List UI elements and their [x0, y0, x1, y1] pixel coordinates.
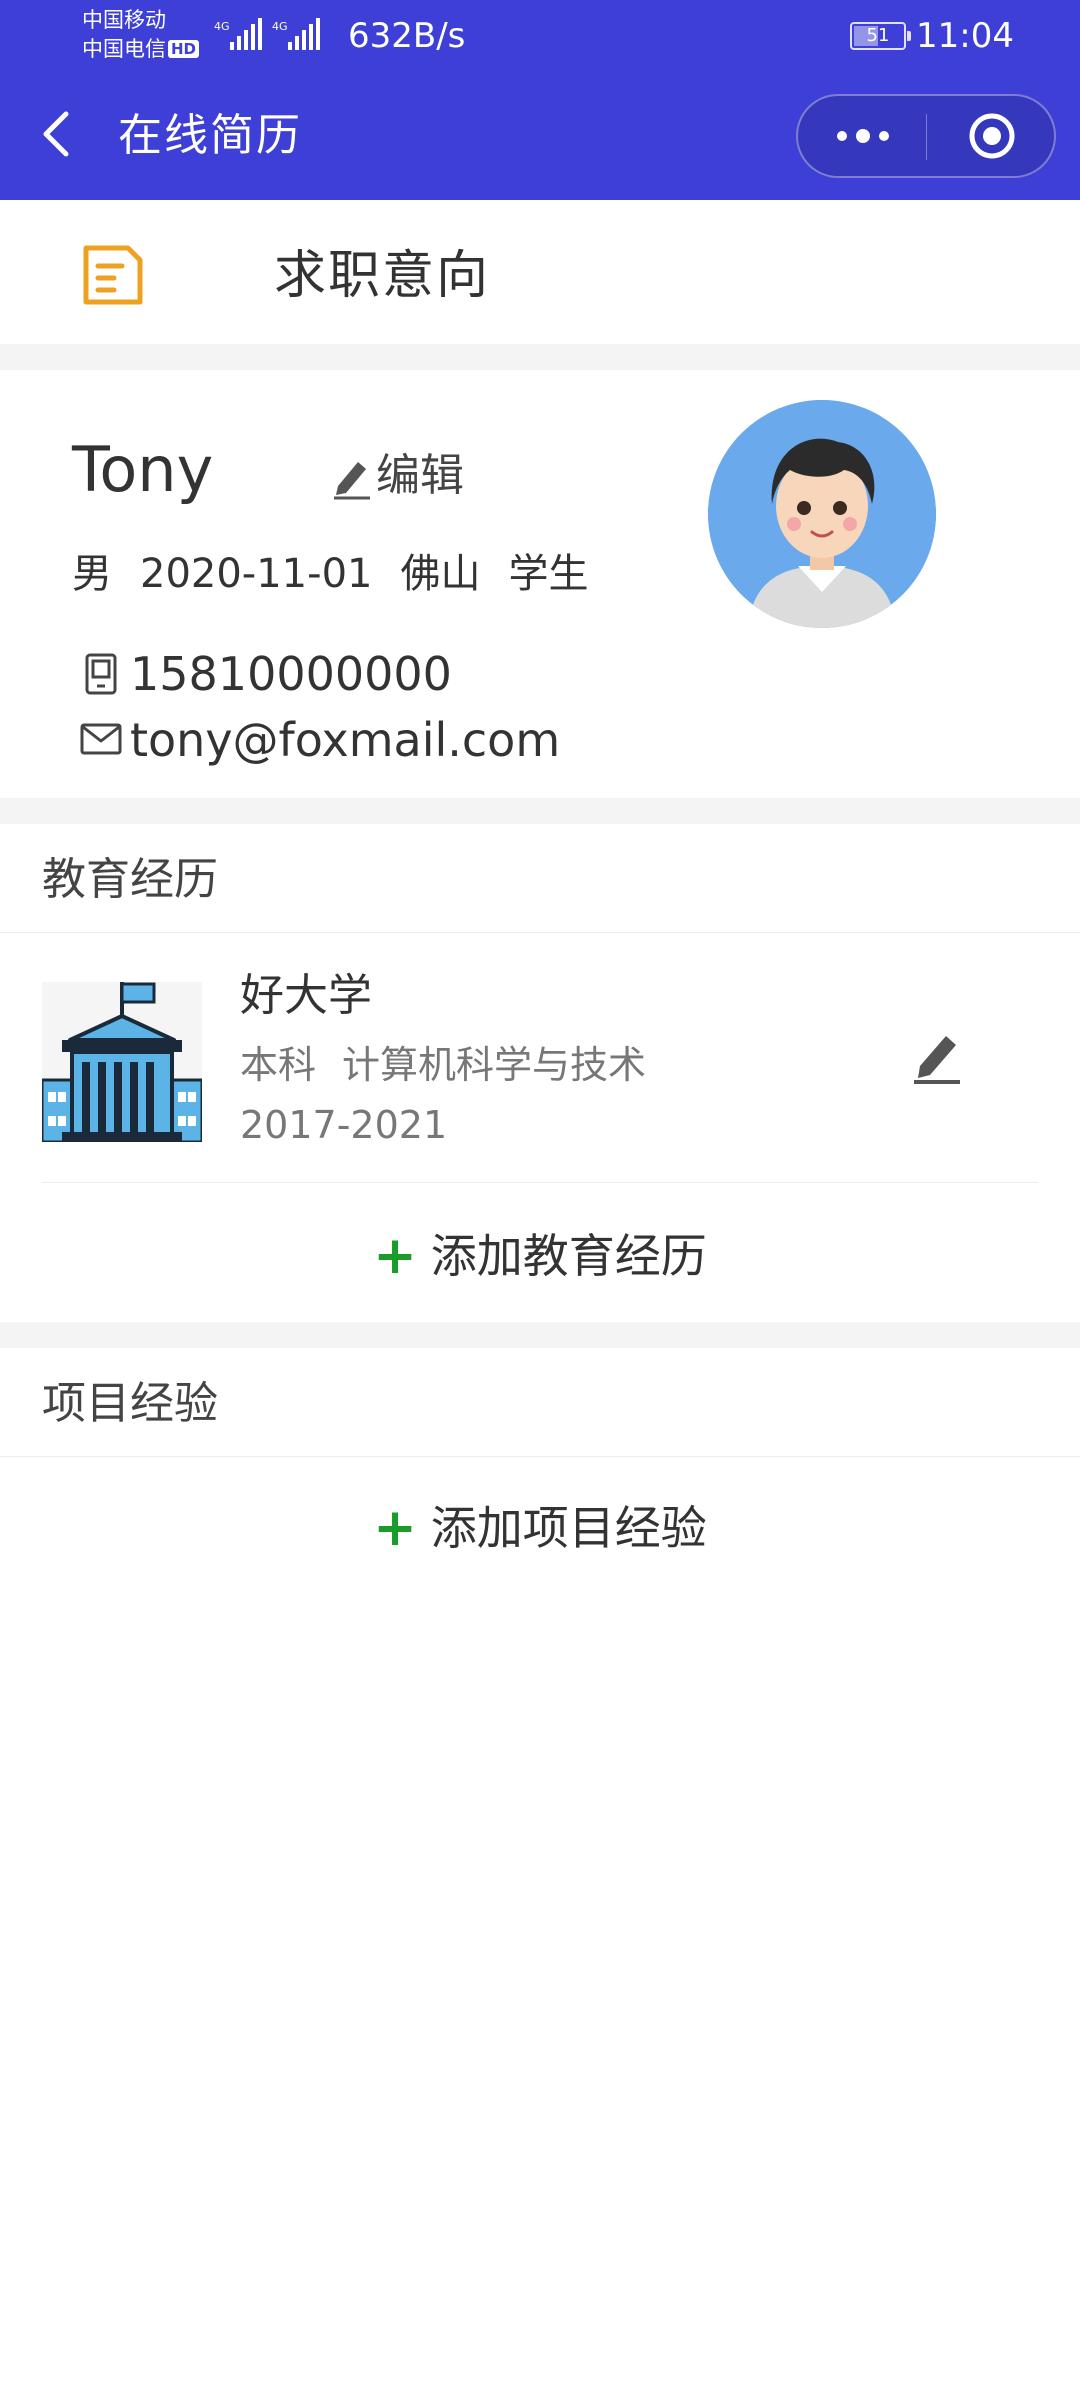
school-years: 2017-2021: [240, 1103, 448, 1147]
status: 学生: [508, 551, 589, 597]
phone-icon: [85, 653, 117, 695]
projects-title: 项目经验: [42, 1378, 218, 1429]
profile-card: Tony 编辑 男 2020-11-01 佛山 学生 15810000000 t…: [0, 370, 1080, 798]
carrier-info: 中国移动 中国电信 HD: [82, 6, 200, 64]
degree: 本科: [240, 1043, 317, 1087]
avatar[interactable]: [708, 400, 936, 628]
battery-icon: 51: [850, 22, 911, 50]
phone-number: 15810000000: [130, 647, 452, 701]
net-speed: 632B/s: [348, 16, 466, 56]
education-title: 教育经历: [42, 854, 218, 905]
target-circle-icon[interactable]: [968, 112, 1016, 160]
divider: [0, 1456, 1080, 1457]
profile-name: Tony: [72, 433, 214, 506]
clock: 11:04: [916, 16, 1014, 56]
signal-icon: 4G 4G: [214, 18, 320, 50]
pencil-icon[interactable]: [910, 1026, 966, 1086]
section-gap: [0, 798, 1080, 824]
add-project-button[interactable]: + 添加项目经验: [0, 1488, 1080, 1568]
gender: 男: [72, 551, 112, 597]
mail-icon: [80, 723, 122, 755]
phone-row: 15810000000: [80, 646, 452, 702]
divider: [0, 932, 1080, 933]
school-degree-row: 本科 计算机科学与技术: [240, 1038, 672, 1092]
edit-label: 编辑: [376, 450, 464, 501]
add-project-label: 添加项目经验: [430, 1501, 707, 1555]
svg-text:4G: 4G: [214, 20, 230, 33]
battery-percent: 51: [866, 25, 890, 46]
plus-icon: +: [373, 1498, 417, 1558]
email-row: tony@foxmail.com: [80, 712, 560, 768]
page-title: 在线简历: [118, 110, 302, 161]
add-education-button[interactable]: + 添加教育经历: [0, 1216, 1080, 1296]
birthday: 2020-11-01: [140, 551, 373, 597]
status-bar: 中国移动 中国电信 HD 4G 4G 632B/s 51 11:04: [0, 0, 1080, 72]
carrier-1: 中国移动: [82, 8, 166, 32]
document-icon: [83, 245, 143, 305]
section-gap: [0, 344, 1080, 370]
more-dots-icon[interactable]: [828, 96, 898, 176]
add-education-label: 添加教育经历: [430, 1229, 707, 1283]
top-bar: 中国移动 中国电信 HD 4G 4G 632B/s 51 11:04 在线简历: [0, 0, 1080, 200]
capsule-divider: [926, 114, 927, 160]
divider: [42, 1182, 1038, 1183]
section-gap: [0, 1322, 1080, 1348]
svg-text:4G: 4G: [272, 20, 288, 33]
edit-profile-button[interactable]: 编辑: [330, 448, 464, 504]
city: 佛山: [400, 551, 481, 597]
email-address: tony@foxmail.com: [130, 713, 561, 767]
major: 计算机科学与技术: [342, 1043, 647, 1087]
carrier-2: 中国电信: [82, 37, 166, 61]
job-intent-row[interactable]: 求职意向: [0, 200, 1080, 344]
job-intent-label: 求职意向: [274, 246, 491, 306]
pencil-icon: [334, 462, 370, 500]
school-name: 好大学: [240, 970, 372, 1021]
mini-program-capsule: [796, 94, 1056, 178]
university-building-icon: [42, 982, 202, 1142]
carrier-2-row: 中国电信 HD: [82, 35, 200, 64]
profile-meta: 男 2020-11-01 佛山 学生: [72, 546, 616, 602]
plus-icon: +: [373, 1226, 417, 1286]
chevron-left-icon[interactable]: [34, 104, 78, 164]
hd-badge: HD: [168, 40, 200, 58]
